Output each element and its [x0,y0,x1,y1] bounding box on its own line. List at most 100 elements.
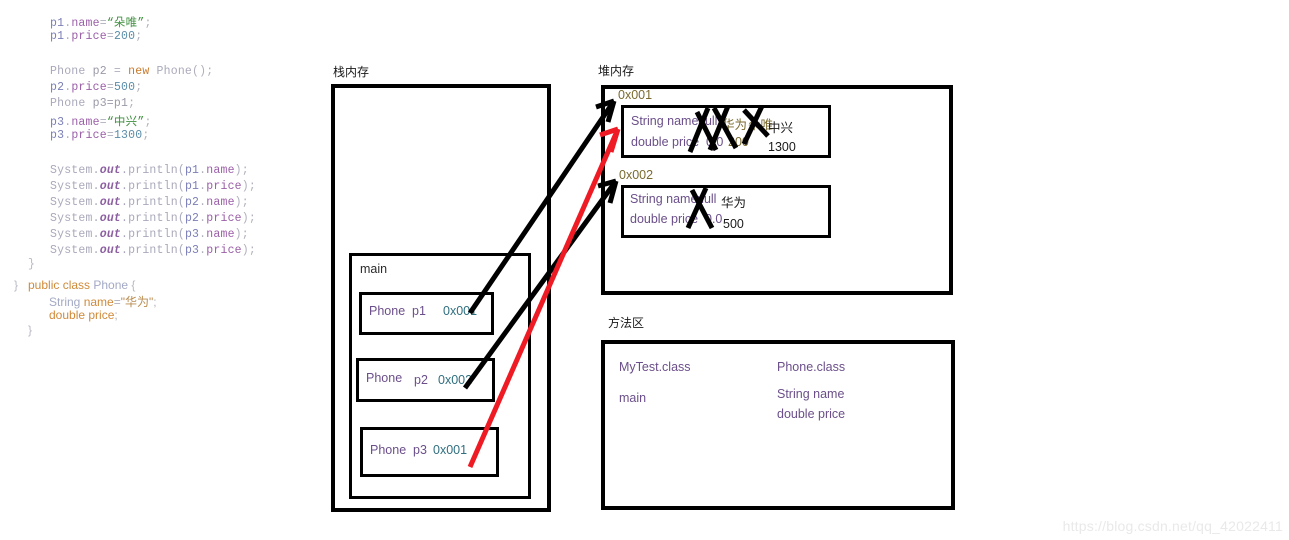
code-token: System. [50,196,100,209]
stack-main-frame-label: main [360,262,388,276]
code-token: out [99,244,122,257]
code-token: Phone [50,97,93,110]
code-line-7: System.out.println(p1.name); [50,164,249,177]
code-token: out [99,164,122,177]
method-area-double-price: double price [777,407,846,421]
code-token: price [71,81,107,94]
code-token: ; [135,81,143,94]
code-token: ; [142,129,150,142]
heap-object-0x001-name-current: 中兴 [768,120,794,135]
code-token: price [206,180,242,193]
code-token: System. [50,244,100,257]
heap-object-0x001-price-value-0: 0.0 [706,135,724,149]
code-token: 500 [113,81,136,94]
code-token: out [99,212,122,225]
code-token: = [113,295,121,309]
code-token: } [28,323,33,337]
code-line-11: System.out.println(p3.name); [50,228,249,241]
code-line-2: Phone p2 = new Phone(); [50,65,213,78]
code-token: ); [241,244,256,257]
stack-slot-p2-addr: 0x002 [438,373,473,387]
code-line-10: System.out.println(p2.price); [50,212,256,225]
code-token: p3 [184,244,200,257]
code-token: name [206,196,235,209]
code-token: out [99,228,122,241]
code-line-5: p3.name=“中兴”; [50,113,152,129]
code-token: ); [234,164,249,177]
code-token: = [113,65,129,78]
method-area-phone-class: Phone.class [777,360,846,374]
code-token: p1 [184,164,200,177]
code-token: name [71,17,100,30]
code-token: ; [144,116,152,129]
code-token: ); [241,180,256,193]
heap-object-0x001-name-value-0: null [698,114,718,128]
stack-slot-p1-addr: 0x001 [443,304,478,318]
code-line-6: p3.price=1300; [50,129,149,142]
code-token: ; [128,97,136,110]
code-token: .println( [121,180,185,193]
code-token: String [49,295,84,309]
code-line-12: System.out.println(p3.price); [50,244,256,257]
code-token: ; [153,295,157,309]
code-token: “朵唯” [106,17,145,30]
code-token: .println( [121,244,185,257]
code-token: = [106,129,114,142]
code-token: System. [50,164,100,177]
method-area-mytest-class: MyTest.class [619,360,691,374]
code-token: ); [241,212,256,225]
code-token: 1300 [113,129,143,142]
code-token: (); [192,65,214,78]
code-line-3: p2.price=500; [50,81,142,94]
code-token: “中兴” [106,116,145,129]
code-line-0: p1.name=“朵唯”; [50,14,152,30]
code-token: name [206,164,235,177]
code-line-14: } [14,278,18,292]
stack-slot-p2-type: Phone [366,371,403,385]
code-token: ); [234,228,249,241]
code-line-9: System.out.println(p2.name); [50,196,249,209]
code-token: ; [144,17,152,30]
heap-object-0x002-price-value-0: 0.0 [705,212,723,226]
heap-object-0x002-price-label: double price [630,212,699,226]
heap-object-0x002-address: 0x002 [619,168,654,182]
code-line-4: Phone p3=p1; [50,97,135,110]
heap-object-0x001-address: 0x001 [618,88,653,102]
code-token: = [99,116,107,129]
heap-object-0x001-name-label: String name [631,114,699,128]
code-token: price [71,30,107,43]
code-token: price [71,129,107,142]
stack-slot-p1-var: p1 [412,304,426,318]
code-token: p2 [92,65,114,78]
code-token: ); [234,196,249,209]
csdn-watermark: https://blog.csdn.net/qq_42022411 [1062,518,1283,534]
code-token: out [99,196,122,209]
method-area-label: 方法区 [608,316,645,330]
method-area-string-name: String name [777,387,845,401]
code-token: ; [114,308,118,322]
code-token: p3 [50,116,65,129]
code-token: .println( [121,212,185,225]
heap-object-0x002-name-current: 华为 [721,195,747,210]
code-token: price [206,244,242,257]
code-token: p1 [50,30,65,43]
code-token: } [14,278,19,292]
code-token: p3 [50,129,65,142]
code-token: new [128,65,157,78]
code-token: .println( [121,228,185,241]
heap-object-0x002-name-value-0: null [697,192,717,206]
code-token: .println( [121,196,185,209]
code-token: p1 [50,17,65,30]
code-token: 200 [113,30,136,43]
code-token: Phone [156,65,193,78]
stack-memory-label: 栈内存 [333,65,370,79]
code-token: = [106,30,114,43]
code-token: p3 [184,228,200,241]
code-line-8: System.out.println(p1.price); [50,180,256,193]
code-token: "华为" [120,295,154,309]
heap-object-0x002-price-current: 500 [723,217,744,231]
code-token: p3=p1 [92,97,129,110]
code-token: public class [28,278,94,292]
method-area-main: main [619,391,647,405]
code-token: out [99,180,122,193]
